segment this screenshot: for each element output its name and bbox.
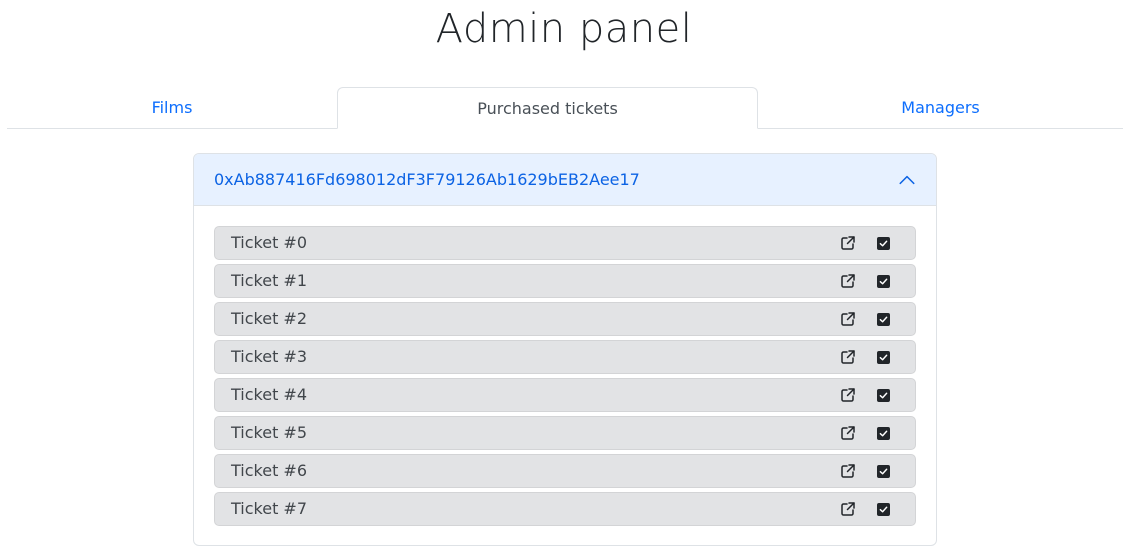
external-link-icon[interactable] (840, 425, 856, 441)
ticket-label: Ticket #7 (231, 499, 308, 518)
external-link-icon[interactable] (840, 463, 856, 479)
tab-films[interactable]: Films (7, 87, 337, 128)
check-square-icon[interactable] (877, 427, 890, 440)
address-accordion: 0xAb887416Fd698012dF3F79126Ab1629bEB2Aee… (193, 153, 937, 546)
external-link-icon[interactable] (840, 501, 856, 517)
ticket-label: Ticket #3 (231, 347, 308, 366)
check-square-icon[interactable] (877, 503, 890, 516)
ticket-label: Ticket #1 (231, 271, 308, 290)
ticket-label: Ticket #4 (231, 385, 308, 404)
external-link-icon[interactable] (840, 235, 856, 251)
external-link-icon[interactable] (840, 387, 856, 403)
ticket-item-6: Ticket #6 (214, 454, 916, 488)
ticket-item-3: Ticket #3 (214, 340, 916, 374)
ticket-item-0: Ticket #0 (214, 226, 916, 260)
check-square-icon[interactable] (877, 237, 890, 250)
ticket-item-1: Ticket #1 (214, 264, 916, 298)
ticket-item-7: Ticket #7 (214, 492, 916, 526)
ticket-item-5: Ticket #5 (214, 416, 916, 450)
external-link-icon[interactable] (840, 273, 856, 289)
tab-bar: Films Purchased tickets Managers (7, 87, 1123, 129)
external-link-icon[interactable] (840, 349, 856, 365)
page-title: Admin panel (435, 6, 693, 52)
ticket-label: Ticket #2 (231, 309, 308, 328)
check-square-icon[interactable] (877, 313, 890, 326)
ticket-label: Ticket #5 (231, 423, 308, 442)
tab-managers[interactable]: Managers (758, 87, 1123, 128)
external-link-icon[interactable] (840, 311, 856, 327)
ticket-label: Ticket #0 (231, 233, 308, 252)
ticket-item-4: Ticket #4 (214, 378, 916, 412)
ticket-label: Ticket #6 (231, 461, 308, 480)
tab-purchased-tickets[interactable]: Purchased tickets (337, 87, 758, 129)
check-square-icon[interactable] (877, 275, 890, 288)
check-square-icon[interactable] (877, 351, 890, 364)
chevron-up-icon[interactable] (898, 171, 916, 189)
check-square-icon[interactable] (877, 389, 890, 402)
accordion-header[interactable]: 0xAb887416Fd698012dF3F79126Ab1629bEB2Aee… (194, 154, 936, 206)
wallet-address: 0xAb887416Fd698012dF3F79126Ab1629bEB2Aee… (214, 170, 640, 189)
check-square-icon[interactable] (877, 465, 890, 478)
ticket-item-2: Ticket #2 (214, 302, 916, 336)
